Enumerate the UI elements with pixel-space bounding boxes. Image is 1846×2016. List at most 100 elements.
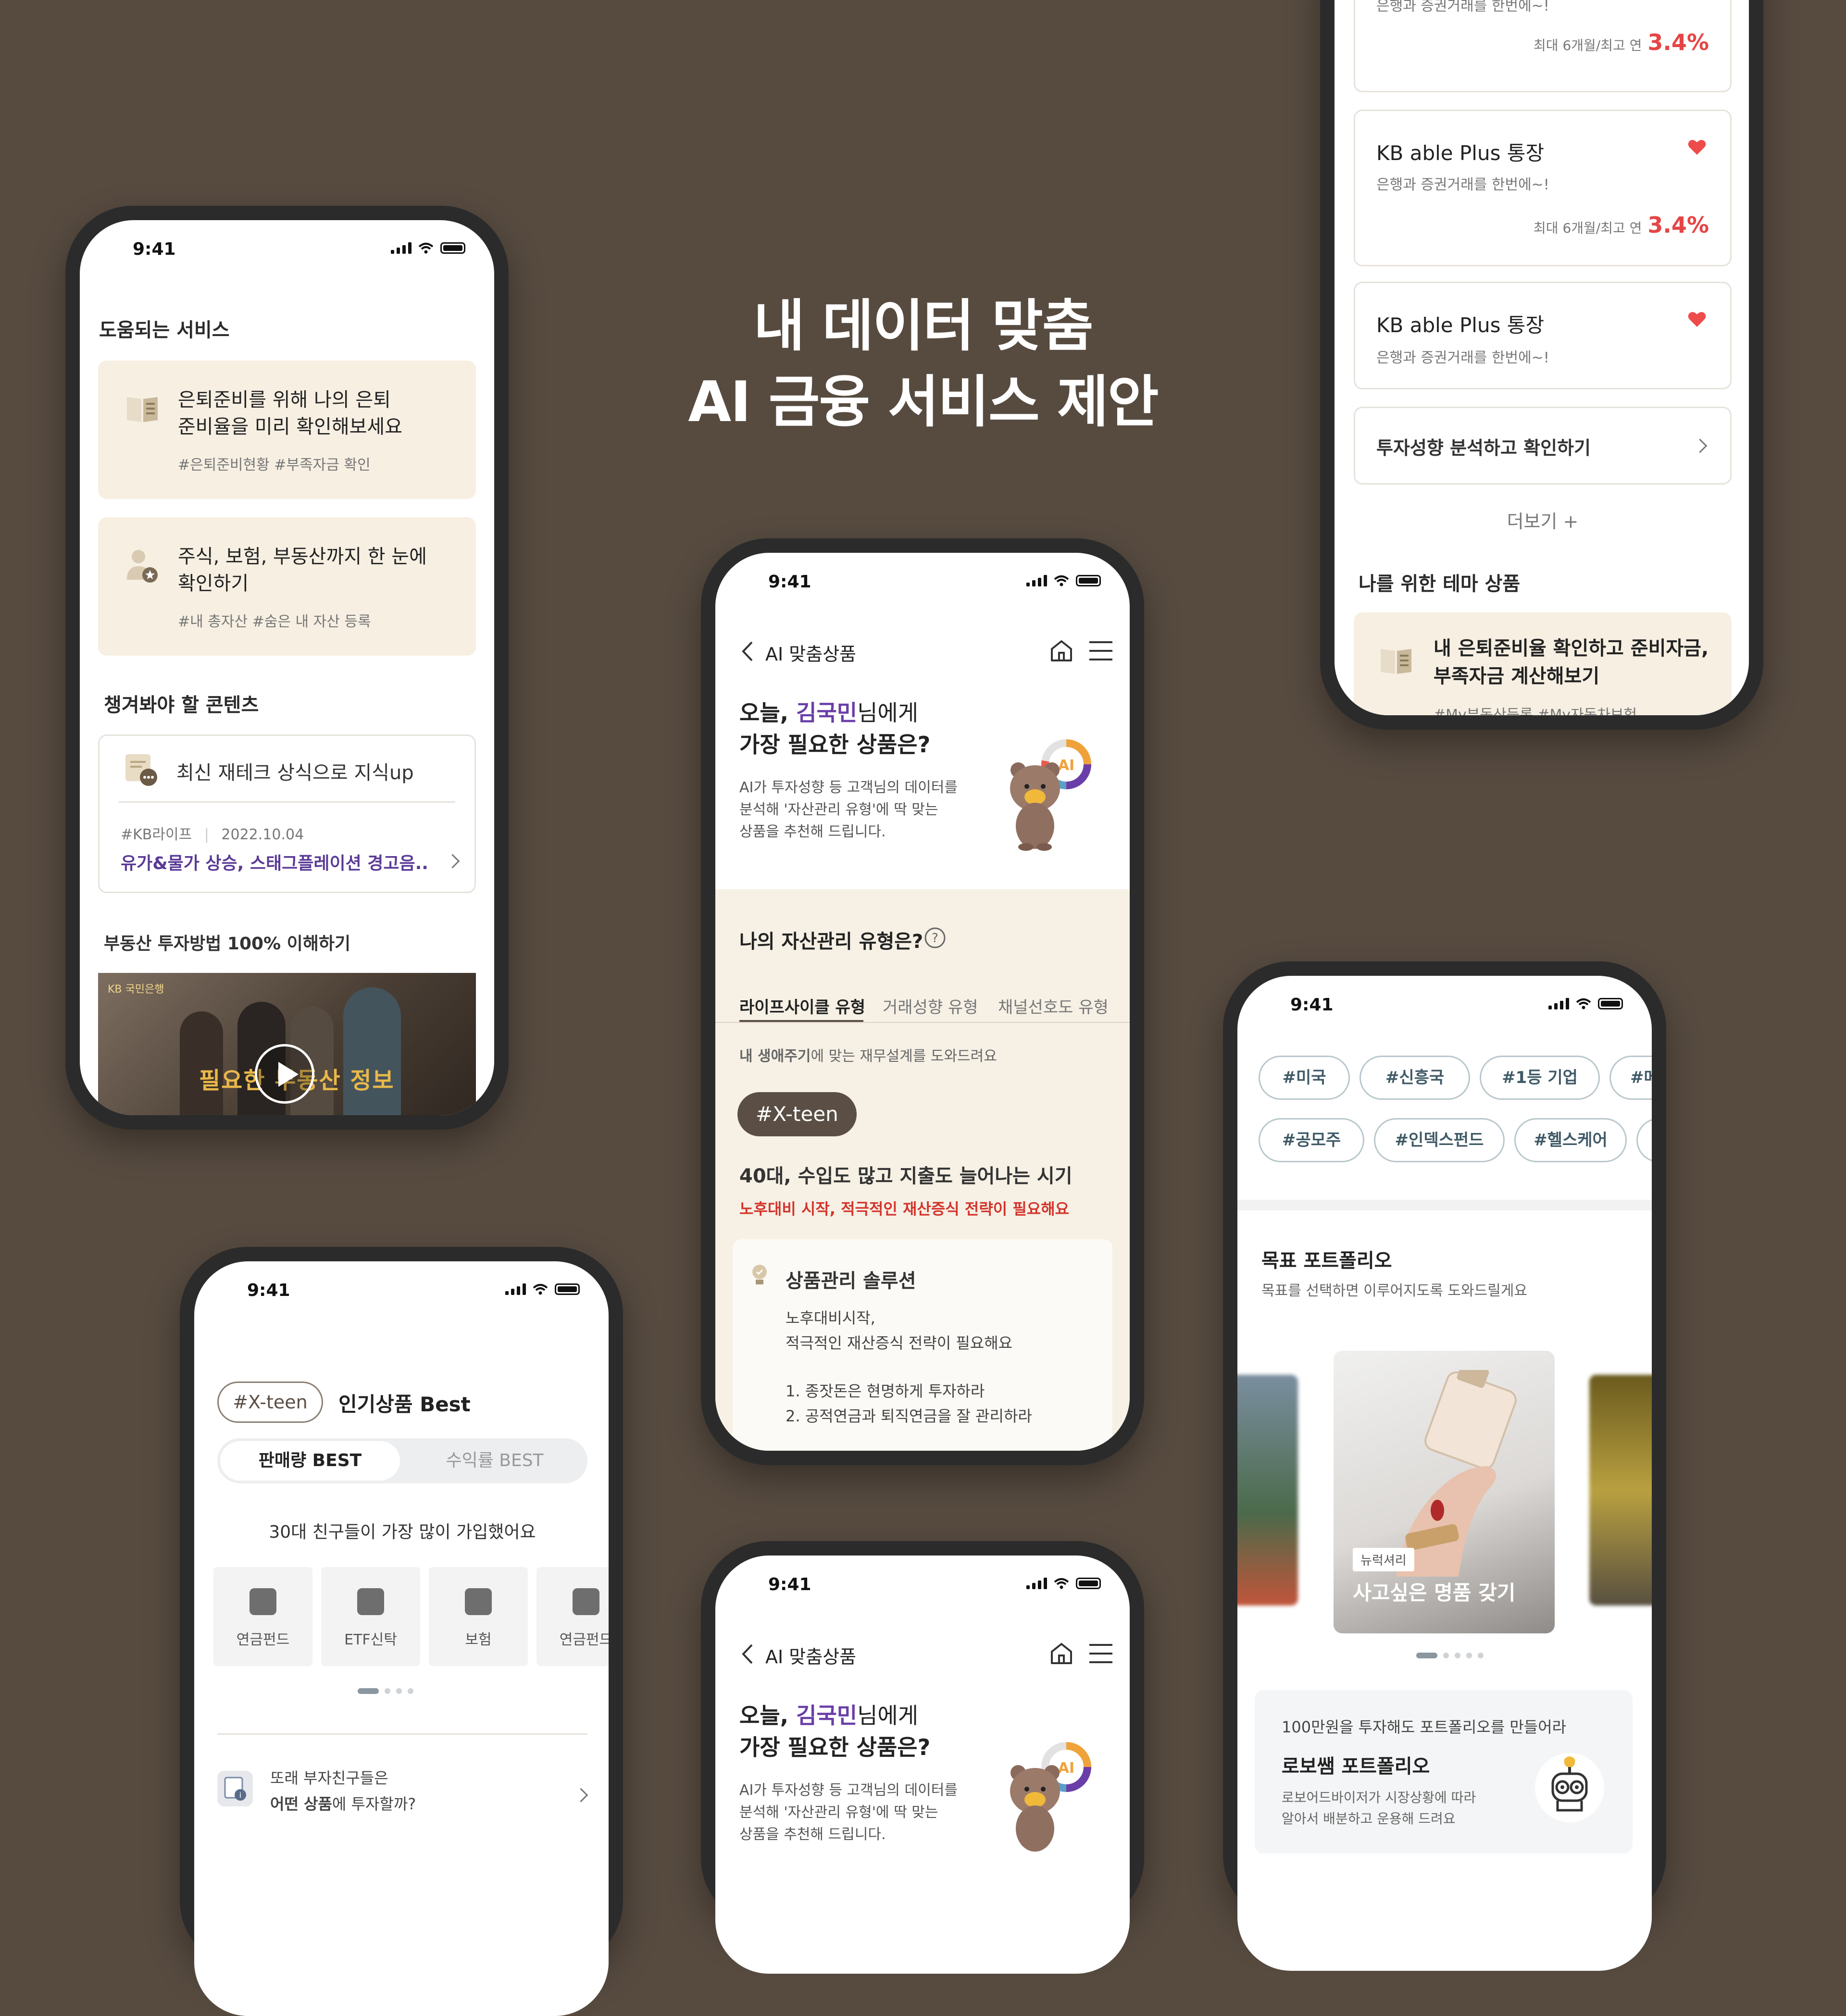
content-date: 2022.10.04 — [221, 826, 304, 843]
greeting-question: 가장 필요한 상품은? — [739, 1734, 931, 1760]
menu-icon[interactable] — [1088, 1642, 1113, 1665]
chip-mega[interactable]: #메가 — [1609, 1056, 1652, 1100]
user-name: 김국민 — [796, 1703, 858, 1729]
theme-card[interactable]: 내 은퇴준비율 확인하고 준비자금, 부족자금 계산해보기 #My부동산등록 #… — [1354, 612, 1732, 715]
desc-line: AI가 투자성향 등 고객님의 데이터를 — [739, 1782, 958, 1799]
solution-item: 2. 공적연금과 퇴직연금을 잘 관리하라 — [786, 1407, 1032, 1425]
status-time: 9:41 — [133, 239, 176, 259]
video-thumbnail[interactable]: KB 국민은행 필요한 부동산 정보 — [98, 973, 476, 1115]
tab-channel[interactable]: 채널선호도 유형 — [998, 994, 1109, 1018]
chip-emerging[interactable]: #신흥국 — [1360, 1056, 1470, 1100]
heart-shield-icon — [465, 1588, 492, 1615]
carousel-card-prev[interactable] — [1237, 1375, 1298, 1605]
segment-sales-best[interactable]: 판매량 BEST — [220, 1441, 400, 1481]
robot-icon — [1535, 1753, 1604, 1822]
status-bar: 9:41 — [1237, 976, 1652, 1029]
product-card[interactable]: 은행과 증권거래를 한번에~! 최대 6개월/최고 연 3.4% — [1354, 0, 1732, 92]
category-label: 연금펀드 — [236, 1631, 290, 1648]
signal-icon — [1026, 1578, 1047, 1589]
home-icon[interactable] — [1049, 638, 1074, 663]
status-time: 9:41 — [247, 1281, 290, 1300]
greeting-suffix: 님에게 — [857, 700, 919, 726]
heart-icon[interactable] — [1688, 139, 1706, 155]
help-icon[interactable]: ? — [924, 927, 946, 949]
battery-icon — [1076, 1578, 1101, 1589]
product-rate: 최대 6개월/최고 연 3.4% — [1534, 212, 1709, 238]
bear-icon — [1010, 762, 1060, 851]
wifi-icon — [533, 1284, 548, 1295]
robo-desc: 로보어드바이저가 시장상황에 따라 알아서 배분하고 운용해 드려요 — [1282, 1787, 1476, 1829]
content-headline[interactable]: 유가&물가 상승, 스태그플레이션 경고음.. — [121, 849, 428, 874]
product-subtitle: 은행과 증권거래를 한번에~! — [1376, 349, 1549, 366]
category-card[interactable]: ETF신탁 — [321, 1567, 420, 1666]
category-label: 연금펀드 — [559, 1631, 609, 1648]
theme-card-title: 내 은퇴준비율 확인하고 준비자금, 부족자금 계산해보기 — [1434, 635, 1709, 690]
solution-body: 노후대비시작, 적극적인 재산증식 전략이 필요해요 1. 종잣돈은 현명하게 … — [786, 1306, 1032, 1429]
tab-desc-bold: 내 생애주기 — [739, 1048, 811, 1065]
product-card[interactable]: KB able Plus 통장 은행과 증권거래를 한번에~! 최대 6개월/최… — [1354, 110, 1732, 266]
chip-more[interactable] — [1636, 1118, 1652, 1162]
product-title: KB able Plus 통장 — [1376, 313, 1545, 337]
signal-icon — [1548, 998, 1569, 1009]
wallet-icon — [573, 1588, 599, 1615]
friends-question[interactable]: 또래 부자친구들은 어떤 상품에 투자할까? — [270, 1765, 416, 1817]
user-name: 김국민 — [796, 700, 858, 726]
retire-service-card[interactable]: 은퇴준비를 위해 나의 은퇴 준비율을 미리 확인해보세요 #은퇴준비현황 #부… — [98, 361, 476, 499]
category-card[interactable]: 연금펀드 — [536, 1567, 609, 1666]
segmented-control: 판매량 BEST 수익률 BEST — [217, 1438, 587, 1483]
tab-trading[interactable]: 거래성향 유형 — [883, 994, 978, 1018]
divider — [119, 801, 455, 803]
section-title: 나의 자산관리 유형은? — [739, 931, 923, 953]
content-card[interactable]: 최신 재테크 상식으로 지식up #KB라이프 | 2022.10.04 유가&… — [98, 734, 476, 893]
section-divider — [1237, 1200, 1652, 1210]
chevron-right-icon — [574, 1788, 588, 1803]
play-button[interactable] — [255, 1044, 314, 1104]
book-icon — [1381, 649, 1411, 674]
robo-top: 100만원을 투자해도 포트폴리오를 만들어라 — [1282, 1718, 1567, 1736]
heart-icon[interactable] — [1688, 311, 1706, 327]
battery-icon — [1598, 998, 1623, 1009]
card-tags: #내 총자산 #숨은 내 자산 등록 — [178, 613, 371, 630]
battery-icon — [440, 242, 465, 254]
status-bar: 9:41 — [80, 220, 494, 273]
signal-icon — [391, 242, 412, 254]
more-button[interactable]: 더보기 + — [1335, 507, 1749, 533]
solution-card: 상품관리 솔루션 노후대비시작, 적극적인 재산증식 전략이 필요해요 1. 종… — [733, 1239, 1112, 1451]
carousel-card-next[interactable] — [1589, 1375, 1652, 1605]
greeting-prefix: 오늘, — [739, 1703, 797, 1729]
category-card[interactable]: 연금펀드 — [213, 1567, 312, 1666]
chip-top-company[interactable]: #1등 기업 — [1480, 1056, 1600, 1100]
back-icon[interactable] — [740, 1643, 754, 1665]
wifi-icon — [1054, 575, 1069, 586]
chip-index-fund[interactable]: #인덱스펀드 — [1374, 1118, 1505, 1162]
content-header: 최신 재테크 상식으로 지식up — [176, 762, 414, 784]
chevron-right-icon — [1693, 438, 1708, 453]
friends-line: 또래 부자친구들은 — [270, 1769, 388, 1787]
chevron-right-icon — [445, 854, 460, 869]
assets-service-card[interactable]: 주식, 보험, 부동산까지 한 눈에 확인하기 #내 총자산 #숨은 내 자산 … — [98, 517, 476, 656]
tab-lifecycle[interactable]: 라이프사이클 유형 — [739, 994, 865, 1018]
menu-icon[interactable] — [1088, 639, 1113, 662]
category-card[interactable]: 보험 — [429, 1567, 528, 1666]
svg-text:?: ? — [932, 931, 938, 946]
solution-item: 1. 종잣돈은 현명하게 투자하라 — [786, 1382, 985, 1400]
chip-usa[interactable]: #미국 — [1259, 1056, 1350, 1100]
home-icon[interactable] — [1049, 1641, 1074, 1666]
status-time: 9:41 — [768, 1575, 811, 1594]
carousel-card-active[interactable]: 뉴럭셔리 사고싶은 명품 갖기 — [1334, 1351, 1555, 1633]
wifi-icon — [418, 243, 434, 254]
type-headline: 40대, 수입도 많고 지출도 늘어나는 시기 — [739, 1165, 1073, 1187]
desc-line: 상품을 추천해 드립니다. — [739, 823, 886, 840]
play-icon — [278, 1062, 299, 1087]
segment-return-best[interactable]: 수익률 BEST — [405, 1441, 585, 1481]
rate-label: 최대 6개월/최고 연 — [1534, 37, 1642, 53]
section-title: 챙겨봐야 할 콘텐츠 — [104, 694, 259, 716]
chip-ipo[interactable]: #공모주 — [1259, 1118, 1364, 1162]
chip-healthcare[interactable]: #헬스케어 — [1514, 1118, 1627, 1162]
product-card[interactable]: KB able Plus 통장 은행과 증권거래를 한번에~! — [1354, 282, 1732, 389]
product-subtitle: 은행과 증권거래를 한번에~! — [1376, 176, 1549, 193]
robo-portfolio-card[interactable]: 100만원을 투자해도 포트폴리오를 만들어라 로보쌤 포트폴리오 로보어드바이… — [1255, 1690, 1633, 1854]
analyze-button[interactable]: 투자성향 분석하고 확인하기 — [1354, 407, 1732, 485]
nav-title: AI 맞춤상품 — [765, 1646, 857, 1668]
back-icon[interactable] — [740, 640, 754, 662]
